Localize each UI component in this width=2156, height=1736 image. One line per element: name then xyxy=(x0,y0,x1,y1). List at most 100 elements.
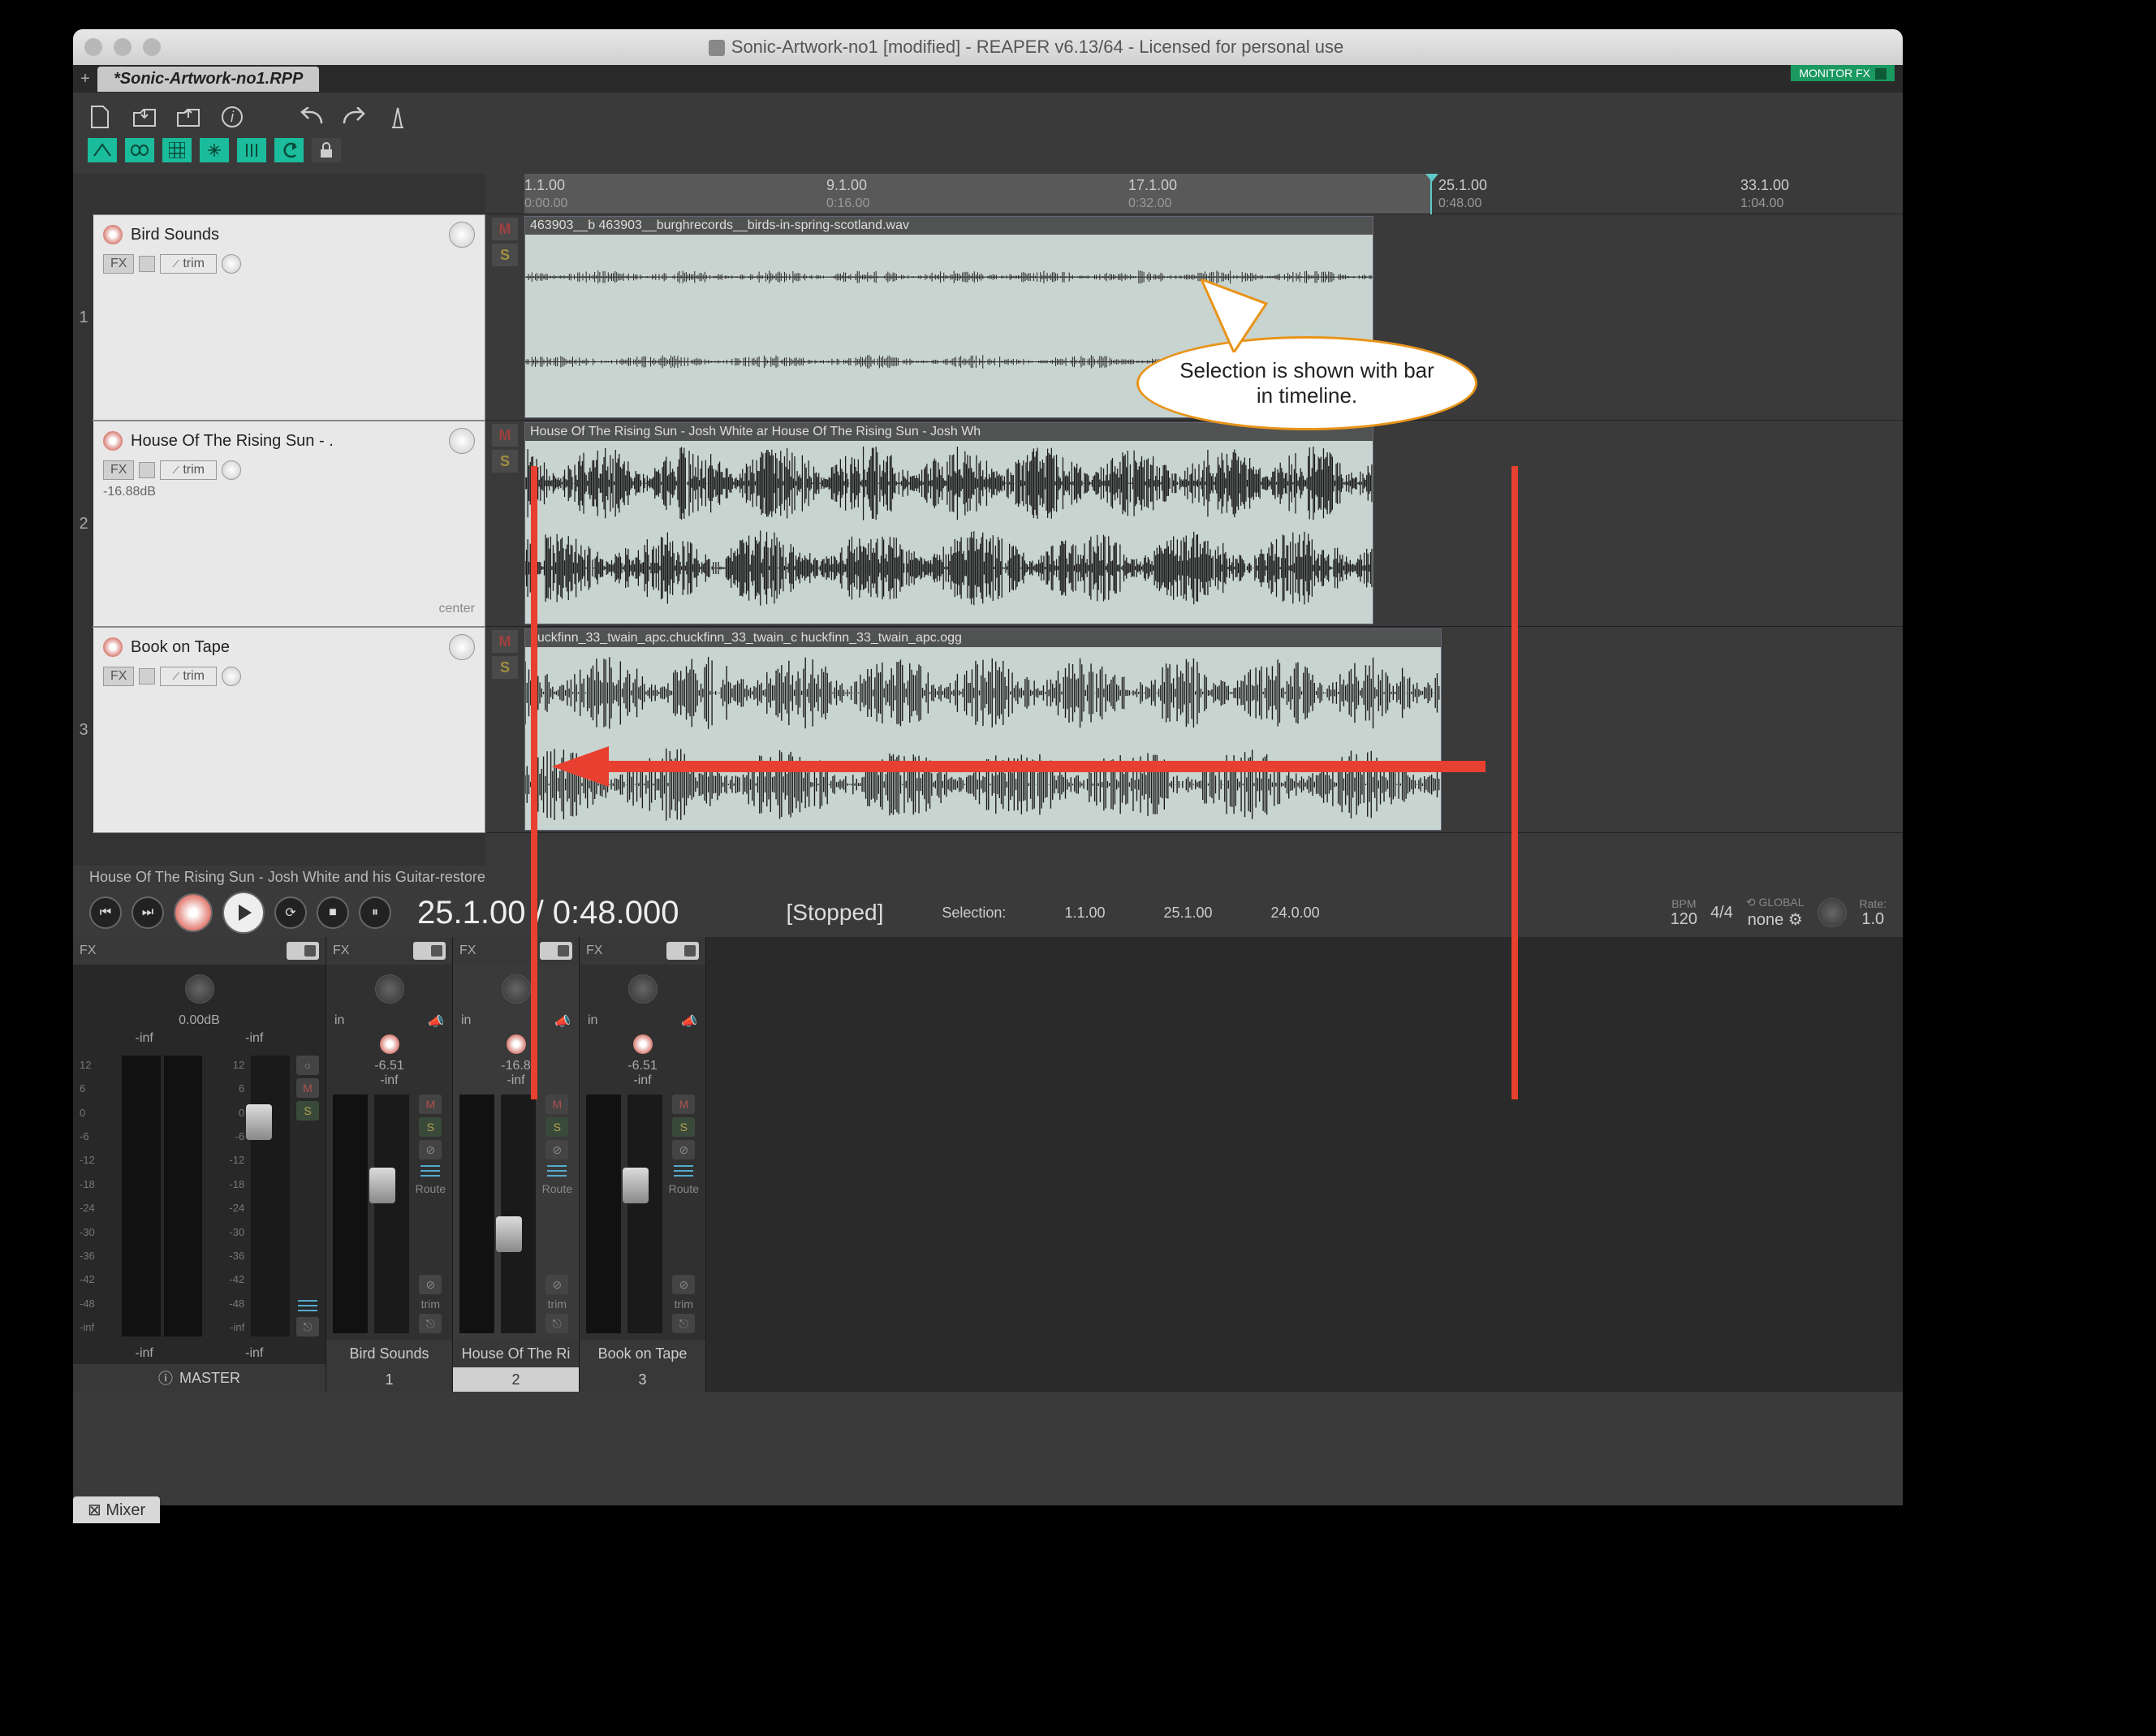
mono-button[interactable]: ○ xyxy=(296,1056,319,1075)
track-panel-2[interactable]: 2 House Of The Rising Sun - . FX ⟋ trim … xyxy=(93,421,485,627)
solo-button[interactable]: S xyxy=(492,244,518,266)
zoom-button[interactable] xyxy=(143,38,161,56)
add-tab-button[interactable]: + xyxy=(73,70,97,89)
automation-button[interactable]: ⊘ xyxy=(672,1275,695,1294)
snap-toggle[interactable] xyxy=(200,138,229,162)
playrate-field[interactable]: Rate:1.0 xyxy=(1860,897,1886,929)
input-label[interactable]: in xyxy=(461,1013,471,1030)
record-arm-icon[interactable] xyxy=(507,1034,526,1054)
fx-label[interactable]: FX xyxy=(586,944,602,958)
mute-button[interactable]: M xyxy=(492,630,518,653)
trim-button[interactable]: ⟋ trim xyxy=(160,460,217,480)
fx-bypass-button[interactable] xyxy=(139,668,155,684)
pan-knob[interactable] xyxy=(222,667,241,686)
timeline-ruler[interactable]: 1.1.000:00.00 9.1.000:16.00 17.1.000:32.… xyxy=(485,174,1903,214)
volume-fader[interactable] xyxy=(627,1095,662,1333)
record-arm-icon[interactable] xyxy=(103,431,123,451)
pan-knob[interactable] xyxy=(502,974,531,1004)
undo-icon[interactable] xyxy=(297,104,323,130)
record-arm-icon[interactable] xyxy=(103,225,123,244)
play-button[interactable] xyxy=(222,892,265,934)
fx-power-button[interactable] xyxy=(540,942,572,960)
trim-button[interactable]: ⟋ trim xyxy=(160,254,217,274)
media-item[interactable]: House Of The Rising Sun - Josh White ar … xyxy=(524,422,1373,624)
pan-knob[interactable] xyxy=(185,974,214,1004)
channel-number[interactable]: 1 xyxy=(326,1367,452,1392)
track-panel-3[interactable]: 3 Book on Tape FX ⟋ trim xyxy=(93,627,485,833)
record-arm-icon[interactable] xyxy=(633,1034,653,1054)
solo-button[interactable]: S xyxy=(296,1101,319,1121)
track-name[interactable]: House Of The Rising Sun - . xyxy=(131,432,441,451)
envelope-toggle[interactable] xyxy=(88,138,117,162)
track-lane-2[interactable]: MS House Of The Rising Sun - Josh White … xyxy=(485,421,1903,627)
grid-toggle[interactable] xyxy=(162,138,192,162)
open-project-icon[interactable] xyxy=(132,104,157,130)
track-panel-1[interactable]: 1 Bird Sounds FX ⟋ trim xyxy=(93,214,485,421)
redo-icon[interactable] xyxy=(341,104,367,130)
monitor-fx-button[interactable]: MONITOR FX xyxy=(1791,65,1895,81)
volume-fader[interactable] xyxy=(374,1095,409,1333)
fx-bypass-button[interactable] xyxy=(139,462,155,478)
mixer-tab[interactable]: ⊠ Mixer xyxy=(73,1496,160,1523)
pan-knob[interactable] xyxy=(375,974,404,1004)
new-project-icon[interactable] xyxy=(88,104,114,130)
pan-knob[interactable] xyxy=(222,254,241,274)
automation-button[interactable]: ⊘ xyxy=(419,1275,442,1294)
mixer-master[interactable]: FX 0.00dB -inf-inf 1260-6-12-18-24-30-36… xyxy=(73,937,326,1392)
mixer-channel-3[interactable]: FX in📣 -6.51 -inf M S ⊘ Route ⊘ trim ⎋ xyxy=(580,937,706,1392)
close-button[interactable] xyxy=(84,38,102,56)
fx-button[interactable]: FX xyxy=(103,667,134,686)
mute-button[interactable]: M xyxy=(492,424,518,447)
fx-power-button[interactable] xyxy=(666,942,699,960)
record-button[interactable] xyxy=(174,893,213,932)
trim-button[interactable]: ⟋ trim xyxy=(160,667,217,686)
fx-power-button[interactable] xyxy=(413,942,446,960)
timecode-display[interactable]: 25.1.00 / 0:48.000 xyxy=(417,895,679,931)
volume-knob[interactable] xyxy=(449,428,475,454)
pause-button[interactable]: ⏸ xyxy=(359,896,391,929)
fx-label[interactable]: FX xyxy=(80,944,96,958)
track-lane-3[interactable]: MS huckfinn_33_twain_apc.chuckfinn_33_tw… xyxy=(485,627,1903,833)
track-name[interactable]: Book on Tape xyxy=(131,638,441,657)
route-icon[interactable] xyxy=(296,1298,319,1314)
playhead[interactable] xyxy=(1430,174,1432,214)
record-arm-icon[interactable] xyxy=(103,637,123,657)
project-settings-icon[interactable]: i xyxy=(219,104,245,130)
volume-fader[interactable] xyxy=(501,1095,536,1333)
send-button[interactable]: ⎋ xyxy=(672,1314,695,1333)
metronome-icon[interactable] xyxy=(385,104,411,130)
minimize-button[interactable] xyxy=(114,38,132,56)
grouping-toggle[interactable] xyxy=(125,138,154,162)
channel-name[interactable]: Book on Tape xyxy=(580,1340,705,1367)
goto-end-button[interactable]: ⏭ xyxy=(132,896,164,929)
fx-button[interactable]: FX xyxy=(103,254,134,274)
mixer-channel-2[interactable]: FX in📣 -16.8 -inf M S ⊘ Route ⊘ trim ⎋ xyxy=(453,937,580,1392)
lock-toggle[interactable] xyxy=(312,138,341,162)
route-icon[interactable] xyxy=(419,1163,442,1179)
route-icon[interactable] xyxy=(545,1163,568,1179)
track-number[interactable]: 2 xyxy=(74,421,93,626)
output-button[interactable]: ⎋ xyxy=(296,1317,319,1337)
fx-label[interactable]: FX xyxy=(333,944,349,958)
mute-button[interactable]: M xyxy=(672,1095,695,1114)
fx-power-button[interactable] xyxy=(287,942,319,960)
repeat-button[interactable]: ⟳ xyxy=(274,896,307,929)
ripple-toggle[interactable] xyxy=(237,138,266,162)
timesig-field[interactable]: 4/4 xyxy=(1710,904,1733,922)
pan-knob[interactable] xyxy=(628,974,658,1004)
selection-start[interactable]: 1.1.00 xyxy=(1064,905,1105,922)
global-automation[interactable]: ⟲ GLOBALnone ⚙ xyxy=(1746,896,1805,930)
mute-button[interactable]: M xyxy=(296,1078,319,1098)
phase-button[interactable]: ⊘ xyxy=(419,1140,442,1159)
route-icon[interactable] xyxy=(672,1163,695,1179)
channel-name[interactable]: House Of The Ri xyxy=(453,1340,579,1367)
pan-knob[interactable] xyxy=(222,460,241,480)
input-label[interactable]: in xyxy=(588,1013,597,1030)
send-button[interactable]: ⎋ xyxy=(545,1314,568,1333)
send-button[interactable]: ⎋ xyxy=(419,1314,442,1333)
volume-knob[interactable] xyxy=(449,634,475,660)
fx-bypass-button[interactable] xyxy=(139,256,155,272)
media-item[interactable]: huckfinn_33_twain_apc.chuckfinn_33_twain… xyxy=(524,628,1442,831)
record-arm-icon[interactable] xyxy=(380,1034,399,1054)
solo-button[interactable]: S xyxy=(419,1117,442,1137)
